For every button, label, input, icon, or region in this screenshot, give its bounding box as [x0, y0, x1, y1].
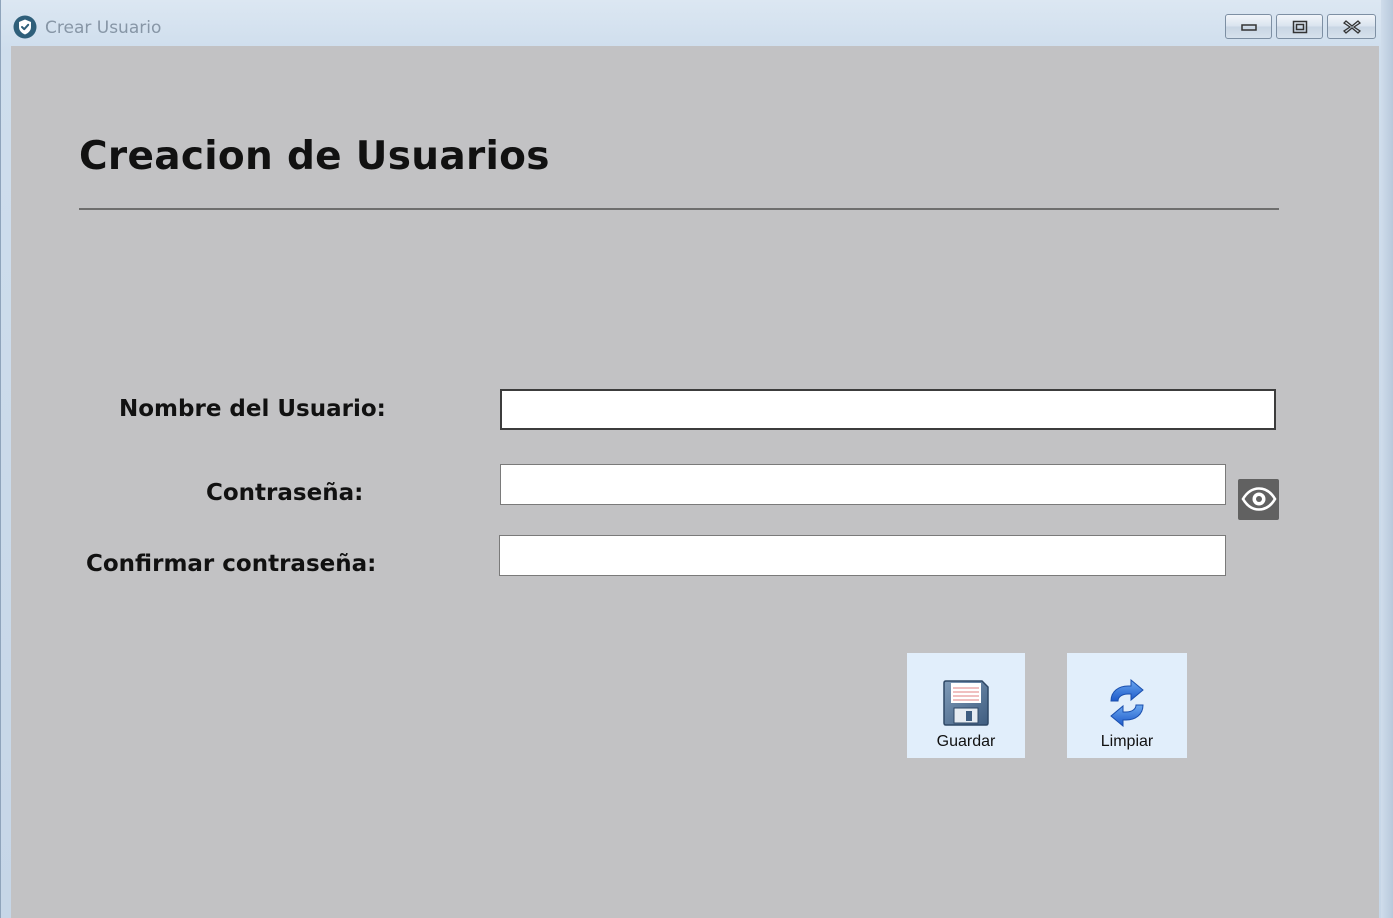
refresh-icon — [1110, 679, 1144, 727]
clear-button[interactable]: Limpiar — [1067, 653, 1187, 758]
username-input[interactable] — [500, 389, 1276, 430]
shield-check-icon — [13, 15, 37, 39]
title-bar[interactable]: Crear Usuario — [1, 0, 1392, 46]
close-icon — [1342, 19, 1361, 34]
floppy-disk-icon — [943, 680, 989, 726]
minimize-button[interactable] — [1225, 14, 1272, 39]
window-title: Crear Usuario — [45, 18, 162, 38]
window-frame-edge — [1381, 0, 1393, 918]
save-button-label: Guardar — [936, 733, 996, 750]
confirm-password-input[interactable] — [499, 535, 1226, 576]
form-panel: Creacion de Usuarios Nombre del Usuario:… — [11, 46, 1379, 918]
maximize-icon — [1292, 20, 1307, 33]
save-button[interactable]: Guardar — [907, 653, 1025, 758]
maximize-button[interactable] — [1276, 14, 1323, 39]
password-input[interactable] — [500, 464, 1226, 505]
app-window: Crear Usuario Creacion de Usuarios Nombr… — [0, 0, 1393, 918]
minimize-icon — [1240, 23, 1257, 31]
page-title: Creacion de Usuarios — [79, 134, 550, 179]
divider — [79, 208, 1279, 210]
eye-icon — [1241, 487, 1277, 511]
show-password-button[interactable] — [1238, 479, 1279, 520]
confirm-password-label: Confirmar contraseña: — [86, 551, 377, 577]
username-label: Nombre del Usuario: — [119, 396, 386, 422]
password-label: Contraseña: — [206, 480, 364, 506]
clear-button-label: Limpiar — [1100, 733, 1154, 750]
close-button[interactable] — [1327, 14, 1376, 39]
